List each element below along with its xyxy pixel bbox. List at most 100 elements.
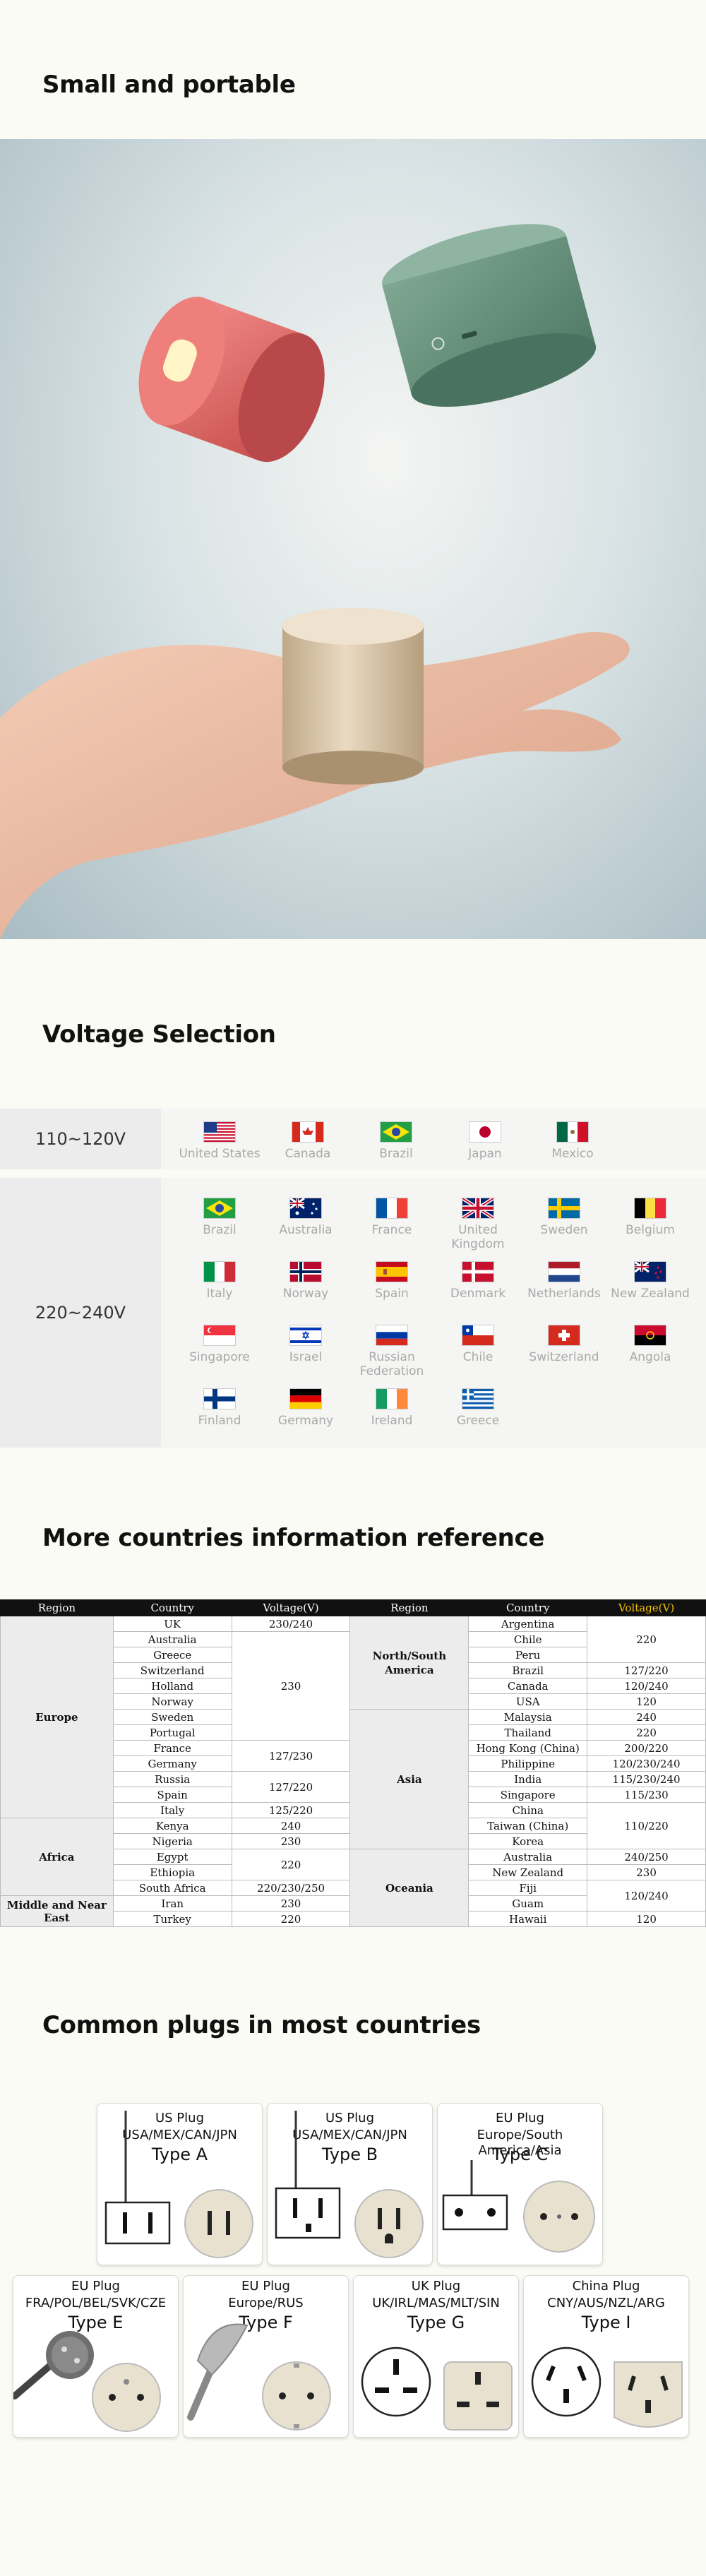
flag-item: Mexico bbox=[530, 1121, 615, 1161]
mexico-flag-icon bbox=[556, 1121, 589, 1143]
flag-item: Brazil bbox=[354, 1121, 438, 1161]
country-name: Mexico bbox=[551, 1147, 594, 1161]
header-region: Region bbox=[349, 1599, 469, 1616]
country-cell: Thailand bbox=[468, 1724, 588, 1741]
australia-flag-icon bbox=[289, 1198, 322, 1219]
voltage-cell: 115/230/240 bbox=[587, 1771, 706, 1787]
country-cell: Korea bbox=[468, 1833, 588, 1849]
country-cell: UK bbox=[112, 1616, 232, 1632]
voltage-cell: 230/240 bbox=[231, 1616, 351, 1632]
country-cell: Sweden bbox=[112, 1709, 232, 1725]
country-name: Spain bbox=[375, 1287, 409, 1301]
usa-flag-icon bbox=[203, 1121, 236, 1143]
country-cell: Kenya bbox=[112, 1818, 232, 1834]
flag-item: Chile bbox=[436, 1325, 520, 1364]
voltage-cell: 127/230 bbox=[231, 1740, 351, 1772]
flag-item: Brazil bbox=[177, 1198, 262, 1237]
country-cell: China bbox=[468, 1802, 588, 1818]
voltage-cell: 220 bbox=[231, 1911, 351, 1927]
voltage-cell: 230 bbox=[587, 1864, 706, 1880]
country-cell: Turkey bbox=[112, 1911, 232, 1927]
flag-item: Germany bbox=[263, 1388, 348, 1428]
country-name: Italy bbox=[206, 1287, 233, 1301]
country-name: Switzerland bbox=[529, 1350, 599, 1364]
country-cell: Singapore bbox=[468, 1787, 588, 1803]
finland-flag-icon bbox=[203, 1388, 236, 1409]
type-i-plug-icon bbox=[531, 2347, 683, 2428]
plug-card-type-a: US Plug USA/MEX/CAN/JPN Type A bbox=[97, 2103, 263, 2265]
type-e-plug-icon bbox=[13, 2331, 161, 2432]
flag-item: Spain bbox=[349, 1261, 434, 1301]
type-c-plug-icon bbox=[442, 2160, 595, 2253]
voltage-label-110: 110~120V bbox=[0, 1109, 161, 1169]
country-name: New Zealand bbox=[611, 1287, 690, 1301]
voltage-cell: 110/220 bbox=[587, 1802, 706, 1849]
sweden-flag-icon bbox=[548, 1198, 580, 1219]
flag-item: Canada bbox=[265, 1121, 350, 1161]
country-name: Japan bbox=[468, 1147, 502, 1161]
russia-flag-icon bbox=[376, 1325, 408, 1346]
italy-flag-icon bbox=[203, 1261, 236, 1282]
country-name: Germany bbox=[277, 1414, 334, 1428]
country-cell: Italy bbox=[112, 1802, 232, 1818]
country-name: Israel bbox=[289, 1350, 323, 1364]
country-cell: New Zealand bbox=[468, 1864, 588, 1880]
country-name: Denmark bbox=[450, 1287, 506, 1301]
header-country: Country bbox=[468, 1599, 588, 1616]
type-a-plug-icon bbox=[104, 2111, 253, 2258]
plug-card-type-f: EU Plug Europe/RUS Type F bbox=[183, 2275, 349, 2438]
voltage-cell: 230 bbox=[231, 1895, 351, 1912]
flag-item: Belgium bbox=[608, 1198, 693, 1237]
country-cell: India bbox=[468, 1771, 588, 1787]
country-cell: Chile bbox=[468, 1631, 588, 1647]
plug-card-type-g: UK Plug UK/IRL/MAS/MLT/SIN Type G bbox=[353, 2275, 519, 2438]
ireland-flag-icon bbox=[376, 1388, 408, 1409]
voltage-cell: 200/220 bbox=[587, 1740, 706, 1756]
country-cell: Brazil bbox=[468, 1662, 588, 1678]
type-b-plug-icon bbox=[275, 2111, 424, 2258]
plug-card-type-e: EU Plug FRA/POL/BEL/SVK/CZE Type E bbox=[13, 2275, 179, 2438]
region-cell: Europe bbox=[0, 1616, 114, 1818]
voltage-row-220: 220~240V Brazil Australia France United … bbox=[0, 1178, 706, 1448]
singapore-flag-icon bbox=[203, 1325, 236, 1346]
country-cell: Hong Kong (China) bbox=[468, 1740, 588, 1756]
flag-item: Angola bbox=[608, 1325, 693, 1364]
country-name: Sweden bbox=[540, 1223, 588, 1237]
voltage-label-220: 220~240V bbox=[0, 1178, 161, 1448]
voltage-cell: 220/230/250 bbox=[231, 1880, 351, 1896]
flag-item: Russian Federation bbox=[349, 1325, 434, 1378]
voltage-cell: 127/220 bbox=[231, 1771, 351, 1803]
voltage-cell: 220 bbox=[587, 1616, 706, 1663]
flag-item: Ireland bbox=[349, 1388, 434, 1428]
japan-flag-icon bbox=[469, 1121, 501, 1143]
plug-card-type-b: US Plug USA/MEX/CAN/JPN Type B bbox=[267, 2103, 433, 2265]
country-cell: Argentina bbox=[468, 1616, 588, 1632]
country-cell: Australia bbox=[468, 1849, 588, 1865]
country-cell: Nigeria bbox=[112, 1833, 232, 1849]
country-cell: Peru bbox=[468, 1647, 588, 1663]
chile-flag-icon bbox=[462, 1325, 494, 1346]
product-hero-image bbox=[0, 139, 706, 939]
country-cell: Taiwan (China) bbox=[468, 1818, 588, 1834]
plug-card-type-c: EU Plug Europe/South America/Asia Type C bbox=[437, 2103, 603, 2265]
voltage-cell: 120 bbox=[587, 1911, 706, 1927]
country-cell: South Africa bbox=[112, 1880, 232, 1896]
voltage-cell: 240 bbox=[587, 1709, 706, 1725]
type-f-plug-icon bbox=[187, 2323, 331, 2431]
voltage-cell: 120/230/240 bbox=[587, 1755, 706, 1772]
country-name: Chile bbox=[462, 1350, 493, 1364]
country-cell: Guam bbox=[468, 1895, 588, 1912]
flag-item: Switzerland bbox=[522, 1325, 606, 1364]
country-cell: Hawaii bbox=[468, 1911, 588, 1927]
belgium-flag-icon bbox=[634, 1198, 666, 1219]
voltage-cell: 230 bbox=[231, 1631, 351, 1741]
country-name: United Kingdom bbox=[451, 1223, 505, 1251]
flag-item: United Kingdom bbox=[436, 1198, 520, 1251]
section-title-portable: Small and portable bbox=[42, 71, 296, 99]
brazil-flag-icon bbox=[380, 1121, 412, 1143]
region-cell: North/South America bbox=[349, 1616, 469, 1710]
flag-item: Israel bbox=[263, 1325, 348, 1364]
table-row: Europe UK 230/240 North/South America Ar… bbox=[0, 1616, 706, 1818]
country-name: Finland bbox=[198, 1414, 241, 1428]
country-name: Canada bbox=[285, 1147, 331, 1161]
